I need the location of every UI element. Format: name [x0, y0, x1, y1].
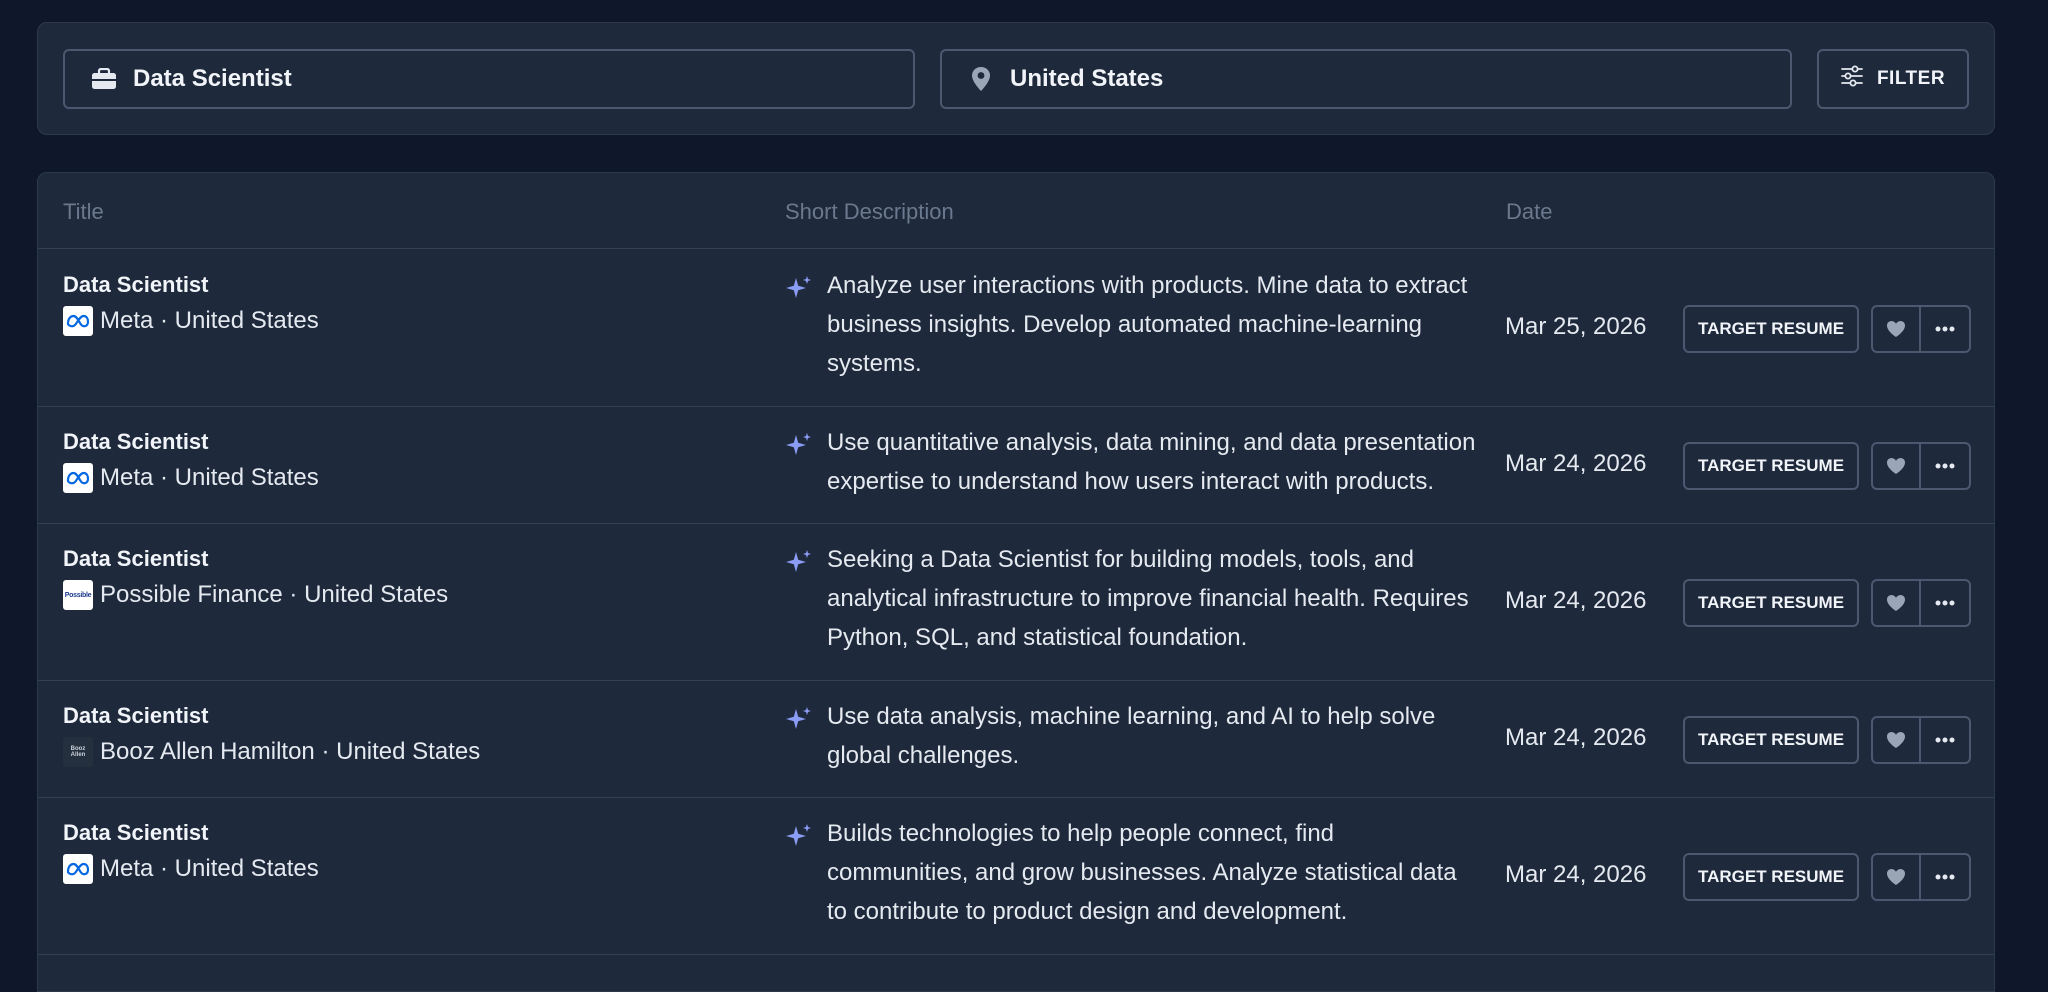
filter-label: FILTER [1876, 68, 1946, 89]
row-action-group [1871, 716, 1971, 764]
more-options-button[interactable] [1921, 581, 1969, 625]
more-dots-icon [1935, 737, 1955, 743]
job-date: Mar 24, 2026 [1505, 724, 1647, 751]
heart-icon [1887, 595, 1905, 611]
search-panel: FILTER [37, 22, 1995, 135]
company-line: Meta · United States [63, 306, 319, 336]
company-line: Meta · United States [63, 854, 319, 884]
favorite-button[interactable] [1873, 444, 1921, 488]
more-options-button[interactable] [1921, 307, 1969, 351]
sparkle-icon [784, 274, 814, 304]
job-description: Use data analysis, machine learning, and… [827, 703, 1436, 769]
meta-logo [63, 306, 93, 336]
job-title[interactable]: Data Scientist [63, 703, 209, 729]
favorite-button[interactable] [1873, 718, 1921, 762]
job-title-input[interactable] [119, 51, 913, 107]
job-row[interactable]: Data Scientist Meta · United States Use … [38, 407, 1994, 524]
job-title[interactable]: Data Scientist [63, 272, 209, 298]
more-dots-icon [1935, 463, 1955, 469]
company-name: Booz Allen Hamilton · United States [100, 738, 481, 765]
company-name: Meta · United States [100, 464, 319, 491]
job-date: Mar 24, 2026 [1505, 861, 1647, 888]
column-header-description: Short Description [785, 199, 954, 224]
job-description: Analyze user interactions with products.… [827, 272, 1468, 377]
booz-allen-logo: Booz Allen [63, 737, 93, 767]
target-resume-button[interactable]: TARGET RESUME [1683, 579, 1859, 627]
row-action-group [1871, 579, 1971, 627]
table-header: Title Short Description Date [38, 173, 1994, 249]
company-name: Meta · United States [100, 855, 319, 882]
sparkle-icon [784, 705, 814, 735]
job-title[interactable]: Data Scientist [63, 820, 209, 846]
company-line: Booz Allen Booz Allen Hamilton · United … [63, 737, 480, 767]
row-action-group [1871, 442, 1971, 490]
favorite-button[interactable] [1873, 307, 1921, 351]
favorite-button[interactable] [1873, 855, 1921, 899]
jobs-table: Title Short Description Date Data Scient… [37, 172, 1995, 992]
more-dots-icon [1935, 600, 1955, 606]
target-resume-button[interactable]: TARGET RESUME [1683, 442, 1859, 490]
location-input[interactable] [996, 51, 1790, 107]
heart-icon [1887, 321, 1905, 337]
company-name: Possible Finance · United States [100, 581, 449, 608]
meta-logo [63, 854, 93, 884]
row-action-group [1871, 305, 1971, 353]
filter-button[interactable]: FILTER [1817, 49, 1969, 109]
job-row[interactable]: Data Scientist Booz Allen Booz Allen Ham… [38, 681, 1994, 798]
more-options-button[interactable] [1921, 718, 1969, 762]
job-row[interactable]: Data Scientist Meta · United States Buil… [38, 798, 1994, 955]
heart-icon [1887, 458, 1905, 474]
column-header-date: Date [1506, 199, 1553, 224]
job-date: Mar 24, 2026 [1505, 450, 1647, 477]
sparkle-icon [784, 822, 814, 852]
job-date: Mar 24, 2026 [1505, 587, 1647, 614]
possible-finance-logo: Possible [63, 580, 93, 610]
job-description: Builds technologies to help people conne… [827, 820, 1457, 925]
job-title[interactable]: Data Scientist [63, 429, 209, 455]
job-row[interactable]: Data Scientist Meta · United States Anal… [38, 250, 1994, 407]
more-options-button[interactable] [1921, 855, 1969, 899]
more-dots-icon [1935, 874, 1955, 880]
heart-icon [1887, 732, 1905, 748]
sparkle-icon [784, 431, 814, 461]
row-action-group [1871, 853, 1971, 901]
job-title-search-field[interactable] [63, 49, 915, 109]
company-name: Meta · United States [100, 307, 319, 334]
map-pin-icon [966, 64, 996, 94]
job-title[interactable]: Data Scientist [63, 546, 209, 572]
favorite-button[interactable] [1873, 581, 1921, 625]
meta-logo [63, 463, 93, 493]
heart-icon [1887, 869, 1905, 885]
sparkle-icon [784, 548, 814, 578]
target-resume-button[interactable]: TARGET RESUME [1683, 853, 1859, 901]
column-header-title: Title [63, 199, 104, 224]
location-search-field[interactable] [940, 49, 1792, 109]
target-resume-button[interactable]: TARGET RESUME [1683, 305, 1859, 353]
job-description: Seeking a Data Scientist for building mo… [827, 546, 1469, 651]
job-description: Use quantitative analysis, data mining, … [827, 429, 1476, 495]
more-options-button[interactable] [1921, 444, 1969, 488]
company-line: Possible Possible Finance · United State… [63, 580, 448, 610]
more-dots-icon [1935, 326, 1955, 332]
target-resume-button[interactable]: TARGET RESUME [1683, 716, 1859, 764]
briefcase-icon [89, 64, 119, 94]
company-line: Meta · United States [63, 463, 319, 493]
job-row[interactable]: Data Scientist Possible Possible Finance… [38, 524, 1994, 681]
sliders-icon [1841, 65, 1863, 93]
job-date: Mar 25, 2026 [1505, 313, 1647, 340]
